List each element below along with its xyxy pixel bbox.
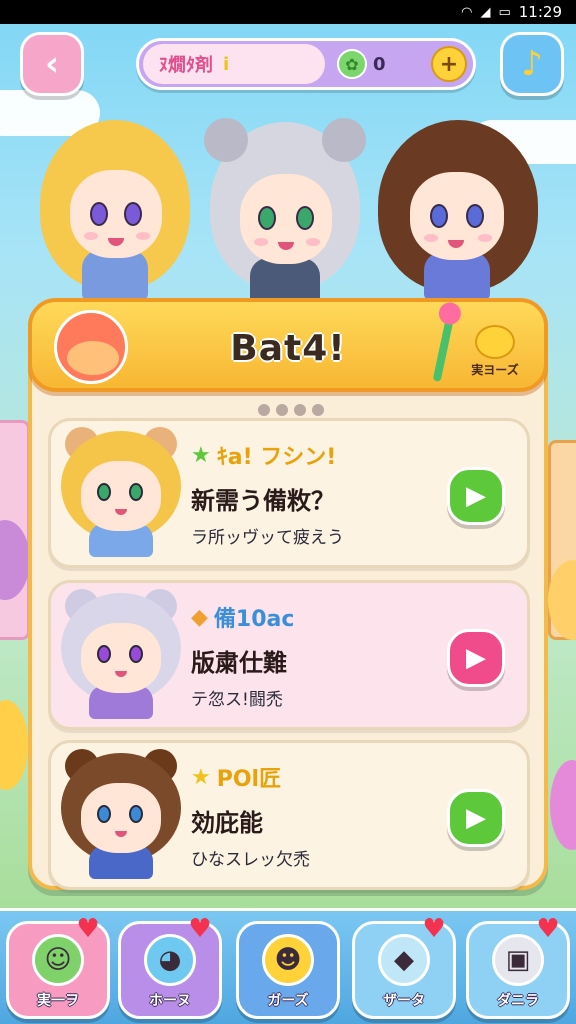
star-icon: ★ — [191, 764, 211, 790]
quest-title: 効庇能 — [191, 809, 263, 837]
quest-title: 版粛仕難 — [191, 649, 287, 677]
status-time: 11:29 — [518, 3, 562, 21]
nav-label: ザータ — [383, 993, 425, 1009]
character-silver — [200, 118, 370, 308]
page-dot — [258, 404, 270, 416]
panel-header: Bat4! 実ヨーズ — [28, 298, 548, 392]
nav-label: ダニラ — [497, 993, 539, 1009]
character-portrait — [61, 749, 181, 879]
character-blonde — [40, 120, 190, 300]
currency-label-box: ﾇ燗ﾀ剤 i — [143, 44, 325, 84]
page-indicator — [258, 404, 324, 416]
quest-subtitle: ラ所ッヴッて疲えう — [191, 528, 344, 548]
heart-icon: ♥ — [422, 914, 446, 944]
quest-tag-text: ｷa! フシン! — [216, 445, 337, 470]
bottom-nav: ♥ ☺ 実一ヲ ♥ ◕ ホーヌ ☻ ガーズ ♥ ◆ ザータ ♥ ▣ ダニラ — [0, 908, 576, 1024]
nav-button-settings[interactable]: ♥ ▣ ダニラ — [466, 916, 570, 1019]
character-portrait — [61, 427, 181, 557]
nav-label: 実一ヲ — [37, 993, 79, 1009]
nav-label: ガーズ — [267, 993, 309, 1009]
currency-bar: ﾇ燗ﾀ剤 i ✿ 0 + — [136, 38, 476, 90]
play-icon: ▶ — [466, 481, 486, 511]
quest-subtitle: ひなスレッ欠禿 — [191, 850, 310, 870]
quest-card[interactable]: ★ POl匠 効庇能 ひなスレッ欠禿 ▶ — [48, 740, 530, 890]
battery-icon: ▭ — [498, 4, 511, 20]
quest-tag-text: 備10ac — [213, 607, 295, 632]
currency-name: ﾇ燗ﾀ剤 — [159, 55, 213, 76]
page-dot — [276, 404, 288, 416]
quest-card[interactable]: ◆ 備10ac 版粛仕難 テ忽ス!闘禿 ▶ — [48, 580, 530, 730]
nav-label: ホーヌ — [149, 993, 191, 1009]
play-icon: ▶ — [466, 643, 486, 673]
bell-button[interactable]: ♪ — [500, 32, 564, 96]
leaf-gem-icon: ✿ — [337, 49, 367, 79]
page-dot — [312, 404, 324, 416]
chick-icon — [475, 325, 515, 359]
quest-tag-text: POl匠 — [216, 767, 282, 792]
panel-badge[interactable]: 実ヨーズ — [460, 316, 530, 378]
quest-tag: ★ ｷa! フシン! — [191, 439, 336, 471]
smile-face-icon: ☻ — [262, 934, 314, 986]
quest-tag: ◆ 備10ac — [191, 601, 294, 633]
character-portrait — [61, 589, 181, 719]
play-icon: ▶ — [466, 803, 486, 833]
play-button[interactable]: ▶ — [447, 629, 505, 687]
play-button[interactable]: ▶ — [447, 789, 505, 847]
signal-icon: ◢ — [480, 4, 491, 20]
character-brunette — [378, 120, 538, 300]
nav-button-friends[interactable]: ♥ ◕ ホーヌ — [118, 916, 222, 1019]
wifi-icon: ◠ — [461, 4, 473, 20]
nav-button-data[interactable]: ♥ ◆ ザータ — [352, 916, 456, 1019]
heart-icon: ♥ — [76, 914, 100, 944]
currency-value: 0 — [373, 53, 386, 75]
heart-icon: ♥ — [536, 914, 560, 944]
bell-icon: ♪ — [521, 44, 543, 84]
currency-spark: i — [223, 53, 230, 75]
nav-button-home[interactable]: ♥ ☺ 実一ヲ — [6, 916, 110, 1019]
quest-title: 新需う備敉？ — [191, 487, 335, 515]
status-bar: ◠ ◢ ▭ 11:29 — [0, 0, 576, 24]
tree-decoration — [0, 700, 28, 790]
nav-button-gacha[interactable]: ☻ ガーズ — [236, 921, 340, 1019]
heart-icon: ♥ — [188, 914, 212, 944]
quest-subtitle: テ忽ス!闘禿 — [191, 690, 283, 710]
quest-tag: ★ POl匠 — [191, 761, 281, 793]
panel-badge-label: 実ヨーズ — [471, 363, 519, 377]
play-button[interactable]: ▶ — [447, 467, 505, 525]
back-arrow-icon: ‹ — [44, 44, 59, 84]
add-currency-button[interactable]: + — [431, 46, 467, 82]
star-icon: ★ — [191, 442, 211, 468]
back-button[interactable]: ‹ — [20, 32, 84, 96]
pencil-icon: ◆ — [191, 604, 208, 630]
tree-decoration — [550, 760, 576, 850]
quest-card[interactable]: ★ ｷa! フシン! 新需う備敉？ ラ所ッヴッて疲えう ▶ — [48, 418, 530, 568]
page-dot — [294, 404, 306, 416]
